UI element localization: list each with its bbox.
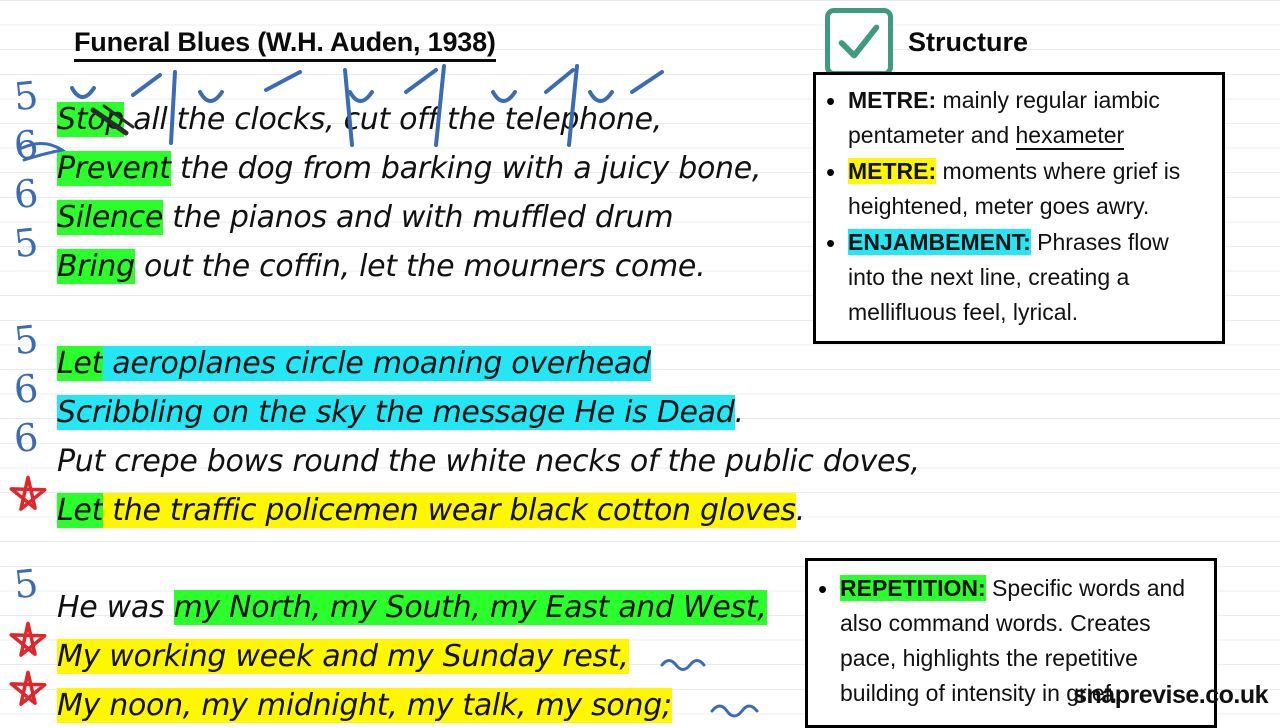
bullet-glyph: •: [818, 574, 828, 604]
syllable-count-marker: 5: [11, 560, 41, 608]
stress-mark: [404, 68, 438, 94]
breve-mark: [198, 90, 224, 103]
syllable-count-marker: 5: [11, 219, 41, 267]
poem-line-segment: the pianos and with muffled drum: [163, 200, 674, 235]
poem-line: Silence the pianos and with muffled drum: [57, 200, 674, 235]
structure-bullet-1-keyword: METRE:: [848, 87, 937, 113]
red-star-marker: [9, 670, 47, 706]
poem-line: Let aeroplanes circle moaning overhead: [57, 346, 651, 381]
breve-mark: [70, 86, 96, 99]
structure-bullet-3-text: ENJAMBEMENT: Phrases flow into the next …: [848, 225, 1212, 330]
poem-line-segment: .: [734, 395, 745, 430]
poem-line-segment: aeroplanes circle moaning overhead: [103, 346, 651, 381]
poem-line-segment: He was: [57, 590, 174, 625]
syllable-count-marker: 6: [11, 414, 41, 462]
hexameter-underlined-word: hexameter: [1015, 122, 1125, 150]
red-star-marker: [9, 621, 47, 657]
bullet-glyph: •: [826, 228, 836, 258]
end-squiggle: [710, 704, 759, 718]
structure-bullet-2-keyword: METRE:: [848, 158, 937, 184]
poem-line-segment: the traffic policemen wear black cotton …: [103, 493, 796, 528]
syllable-count-marker: 6: [11, 170, 41, 218]
end-squiggle: [660, 659, 706, 671]
poem-line-segment: my North, my South, my East and West,: [173, 590, 767, 625]
structure-bullet-1: • METRE: mainly regular iambic pentamete…: [826, 83, 1212, 153]
stress-mark: [264, 70, 302, 92]
syllable-count-marker: 6: [11, 121, 41, 169]
bullet-glyph: •: [826, 157, 836, 187]
poem-line: Stop all the clocks, cut off the telepho…: [57, 102, 662, 137]
structure-bullet-2: • METRE: moments where grief is heighten…: [826, 154, 1212, 224]
watermark: snaprevise.co.uk: [1073, 681, 1268, 709]
poem-line-segment: Stop: [57, 102, 125, 137]
syllable-count-marker: 6: [11, 365, 41, 413]
poem-line-segment: Bring: [57, 249, 135, 284]
poem-line-segment: .: [795, 493, 806, 528]
poem-line: Put crepe bows round the white necks of …: [57, 444, 920, 479]
poem-line-segment: Let: [57, 493, 104, 528]
poem-line: Bring out the coffin, let the mourners c…: [57, 249, 706, 284]
poem-line-segment: the dog from barking with a juicy bone,: [170, 151, 762, 186]
poem-line-segment: Put crepe bows round the white necks of …: [57, 444, 920, 479]
breve-mark: [491, 90, 517, 103]
breve-mark: [348, 90, 374, 103]
poem-line-segment: Scribbling on the sky the message He is …: [57, 395, 735, 430]
structure-panel-heading: Structure: [908, 27, 1029, 57]
poem-line-segment: Let: [57, 346, 104, 381]
breve-mark: [588, 90, 614, 103]
check-icon-badge: [825, 8, 893, 76]
stress-mark: [131, 73, 162, 97]
repetition-bullet-1-keyword: REPETITION:: [840, 575, 986, 601]
structure-bullet-3: • ENJAMBEMENT: Phrases flow into the nex…: [826, 225, 1212, 330]
syllable-count-marker: 5: [11, 316, 41, 364]
syllable-count-marker: 5: [11, 72, 41, 120]
structure-bullet-2-text: METRE: moments where grief is heightened…: [848, 154, 1212, 224]
check-icon: [838, 24, 880, 59]
annotated-poem-page: Funeral Blues (W.H. Auden, 1938) 5 Stop a…: [0, 0, 1280, 728]
poem-line: He was my North, my South, my East and W…: [57, 590, 767, 625]
poem-line: Let the traffic policemen wear black cot…: [57, 493, 805, 528]
structure-bullet-1-text: METRE: mainly regular iambic pentameter …: [848, 83, 1212, 153]
poem-line: My noon, my midnight, my talk, my song;: [57, 688, 672, 723]
poem-line: Scribbling on the sky the message He is …: [57, 395, 744, 430]
bullet-glyph: •: [826, 86, 836, 116]
structure-bullet-3-keyword: ENJAMBEMENT:: [848, 229, 1031, 255]
poem-line-segment: all the clocks, cut off the telephone,: [124, 102, 662, 137]
poem-line-segment: My working week and my Sunday rest,: [57, 639, 629, 674]
stress-mark: [630, 70, 664, 94]
poem-line-segment: Prevent: [57, 151, 171, 186]
poem-line-segment: My noon, my midnight, my talk, my song;: [57, 688, 672, 723]
poem-line: My working week and my Sunday rest,: [57, 639, 629, 674]
poem-line-segment: Silence: [57, 200, 164, 235]
poem-line-segment: out the coffin, let the mourners come.: [134, 249, 706, 284]
poem-line: Prevent the dog from barking with a juic…: [57, 151, 761, 186]
structure-notes-box: • METRE: mainly regular iambic pentamete…: [813, 72, 1225, 344]
red-star-marker: [9, 475, 47, 511]
stress-mark: [544, 68, 575, 94]
page-title: Funeral Blues (W.H. Auden, 1938): [74, 27, 496, 62]
